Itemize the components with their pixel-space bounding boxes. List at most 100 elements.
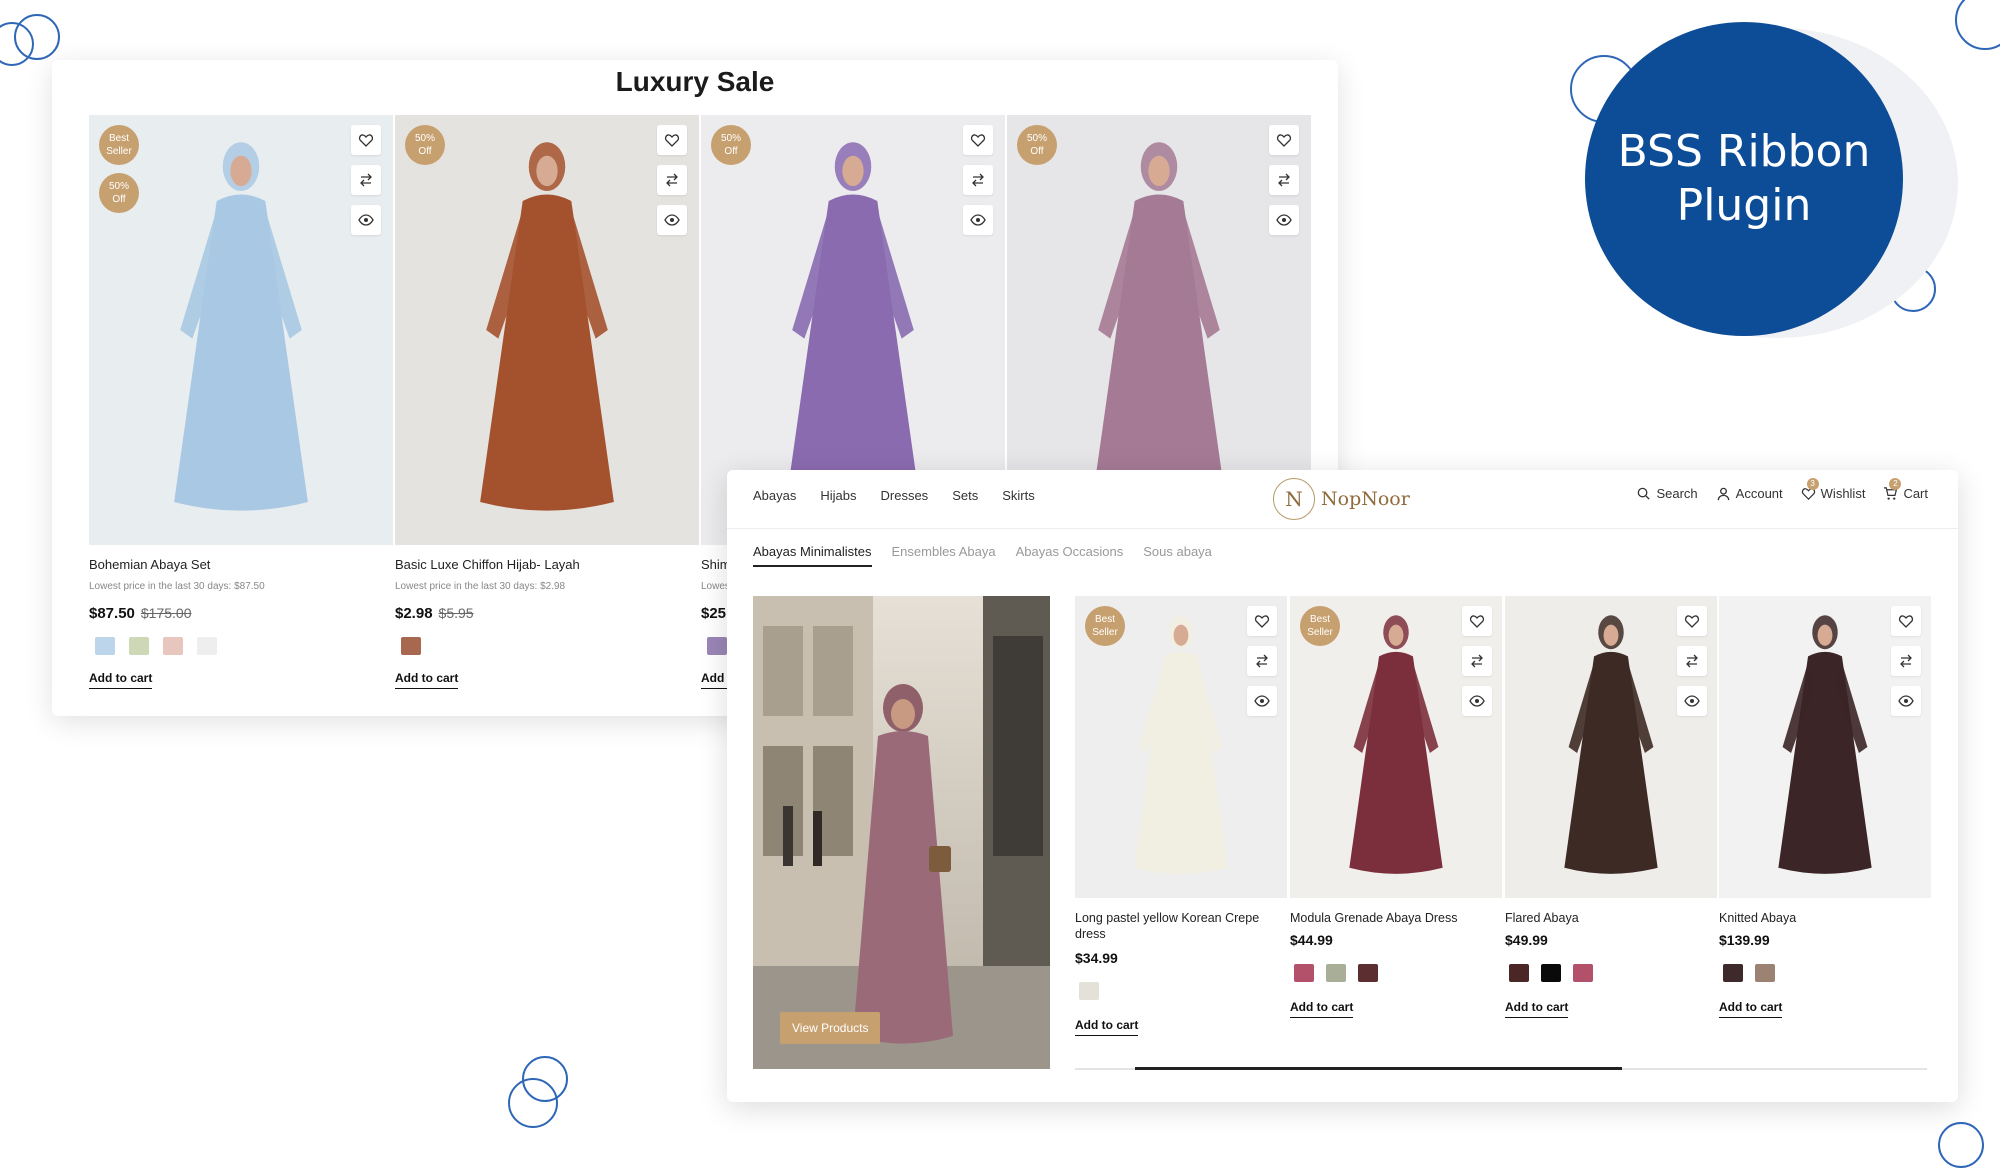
quick-view-button[interactable] (351, 205, 381, 235)
quick-view-button[interactable] (657, 205, 687, 235)
product-image[interactable]: 50% Off (395, 115, 699, 545)
search-link[interactable]: Search (1636, 486, 1698, 501)
color-swatch[interactable] (707, 637, 727, 655)
add-to-cart-button[interactable]: Add to cart (89, 671, 153, 689)
nav-item-hijabs[interactable]: Hijabs (820, 488, 856, 503)
color-swatch[interactable] (1723, 964, 1743, 982)
compare-button[interactable] (1677, 646, 1707, 676)
color-swatch[interactable] (197, 637, 217, 655)
tab-abayas-occasions[interactable]: Abayas Occasions (1016, 544, 1124, 567)
color-swatches (95, 637, 217, 655)
wishlist-button[interactable] (351, 125, 381, 155)
view-products-button[interactable]: View Products (780, 1012, 881, 1044)
quick-view-button[interactable] (1247, 686, 1277, 716)
compare-button[interactable] (1462, 646, 1492, 676)
product-image[interactable]: Best Seller (1075, 596, 1287, 898)
color-swatch[interactable] (129, 637, 149, 655)
product-name[interactable]: Long pastel yellow Korean Crepe dress (1075, 910, 1275, 942)
color-swatch[interactable] (1541, 964, 1561, 982)
deco-ring (1938, 1122, 1984, 1168)
color-swatches (1079, 982, 1099, 1000)
wishlist-link[interactable]: 3 Wishlist (1801, 478, 1865, 501)
product-image[interactable]: Best Seller (1290, 596, 1502, 898)
current-price: $87.50 (89, 605, 135, 622)
badge-line-1: Best (108, 133, 129, 144)
carousel-scrollbar[interactable] (1075, 1067, 1927, 1070)
compare-button[interactable] (351, 165, 381, 195)
eye-icon (358, 214, 374, 226)
wishlist-button[interactable] (1891, 606, 1921, 636)
account-link[interactable]: Account (1716, 486, 1783, 501)
compare-icon (666, 173, 678, 187)
nav-item-dresses[interactable]: Dresses (881, 488, 929, 503)
color-swatch[interactable] (1079, 982, 1099, 1000)
product-image[interactable] (1505, 596, 1717, 898)
cart-link[interactable]: 2 Cart (1883, 478, 1928, 501)
color-swatch[interactable] (1755, 964, 1775, 982)
add-to-cart-button[interactable]: Add to cart (395, 671, 459, 689)
quick-view-button[interactable] (1269, 205, 1299, 235)
badge-line-1: 50% (108, 181, 129, 192)
quick-view-button[interactable] (1677, 686, 1707, 716)
product-actions (1677, 606, 1707, 716)
compare-button[interactable] (1247, 646, 1277, 676)
compare-icon (1471, 654, 1483, 668)
nav-item-sets[interactable]: Sets (952, 488, 978, 503)
wishlist-button[interactable] (1269, 125, 1299, 155)
featured-lifestyle-image[interactable]: View Products (753, 596, 1050, 1069)
compare-button[interactable] (657, 165, 687, 195)
product-name[interactable]: Basic Luxe Chiffon Hijab- Layah (395, 557, 580, 572)
product-card[interactable]: Knitted Abaya $139.99 Add to cart (1719, 596, 1931, 1018)
tab-abayas-minimalistes[interactable]: Abayas Minimalistes (753, 544, 872, 567)
product-name[interactable]: Modula Grenade Abaya Dress (1290, 910, 1490, 926)
carousel-scroll-thumb[interactable] (1135, 1067, 1622, 1070)
product-price: $87.50 $175.00 (89, 605, 192, 622)
eye-icon (970, 214, 986, 226)
color-swatch[interactable] (1509, 964, 1529, 982)
color-swatch[interactable] (95, 637, 115, 655)
wishlist-button[interactable] (963, 125, 993, 155)
quick-view-button[interactable] (963, 205, 993, 235)
nopnoor-store-panel: Abayas Hijabs Dresses Sets Skirts N NopN… (727, 470, 1958, 1102)
product-card[interactable]: Best Seller Modula Grenade Abaya Dress $… (1290, 596, 1502, 1018)
product-card[interactable]: Best Seller Long pastel yellow Korean Cr… (1075, 596, 1287, 1036)
wishlist-button[interactable] (1247, 606, 1277, 636)
color-swatch[interactable] (1326, 964, 1346, 982)
section-title: Luxury Sale (615, 66, 775, 97)
quick-view-button[interactable] (1462, 686, 1492, 716)
nav-item-abayas[interactable]: Abayas (753, 488, 796, 503)
product-card[interactable]: 50% Off Basic Luxe Chiffon Hijab- Layah … (395, 115, 699, 689)
add-to-cart-button[interactable]: Add to cart (1719, 1000, 1783, 1018)
compare-button[interactable] (963, 165, 993, 195)
product-name[interactable]: Knitted Abaya (1719, 910, 1919, 926)
product-name[interactable]: Bohemian Abaya Set (89, 557, 210, 572)
add-to-cart-button[interactable]: Add to cart (1505, 1000, 1569, 1018)
wishlist-button[interactable] (657, 125, 687, 155)
product-image[interactable] (1719, 596, 1931, 898)
compare-button[interactable] (1891, 646, 1921, 676)
store-logo[interactable]: N NopNoor (1273, 478, 1410, 520)
product-image[interactable]: Best Seller 50% Off (89, 115, 393, 545)
heart-icon (1469, 615, 1485, 628)
tab-sous-abaya[interactable]: Sous abaya (1143, 544, 1212, 567)
wishlist-button[interactable] (1462, 606, 1492, 636)
color-swatch[interactable] (1358, 964, 1378, 982)
product-price: $2.98 $5.95 (395, 605, 474, 622)
logo-monogram: N (1273, 478, 1315, 520)
color-swatch[interactable] (163, 637, 183, 655)
add-to-cart-button[interactable]: Add to cart (1075, 1018, 1139, 1036)
color-swatch[interactable] (1294, 964, 1314, 982)
ribbon-badge: Best Seller (1300, 606, 1340, 646)
quick-view-button[interactable] (1891, 686, 1921, 716)
color-swatch[interactable] (1573, 964, 1593, 982)
tab-ensembles-abaya[interactable]: Ensembles Abaya (892, 544, 996, 567)
product-name[interactable]: Flared Abaya (1505, 910, 1705, 926)
compare-button[interactable] (1269, 165, 1299, 195)
wishlist-button[interactable] (1677, 606, 1707, 636)
color-swatch[interactable] (401, 637, 421, 655)
add-to-cart-button[interactable]: Add to cart (1290, 1000, 1354, 1018)
nav-item-skirts[interactable]: Skirts (1002, 488, 1035, 503)
deco-ring (1955, 0, 2000, 50)
product-card[interactable]: Best Seller 50% Off Bohemian Abaya Set L… (89, 115, 393, 689)
product-card[interactable]: Flared Abaya $49.99 Add to cart (1505, 596, 1717, 1018)
